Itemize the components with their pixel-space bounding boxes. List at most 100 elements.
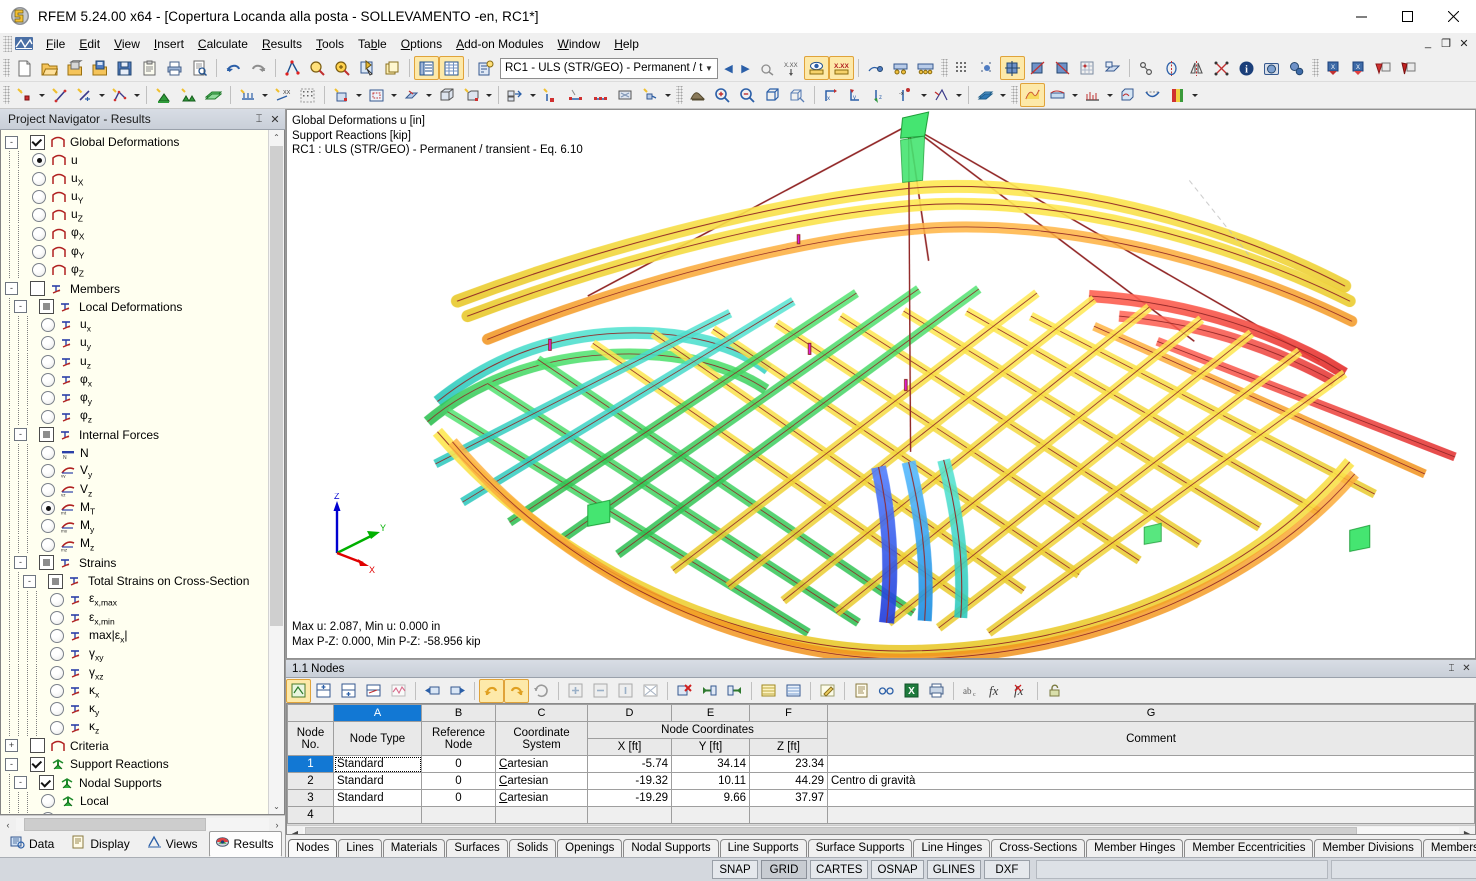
result-values-icon[interactable]: X.XX bbox=[779, 56, 804, 80]
cell-comment[interactable] bbox=[828, 807, 1475, 824]
cell-y[interactable]: 34.14 bbox=[672, 756, 750, 773]
model-viewport[interactable]: Global Deformations u [in] Support React… bbox=[286, 109, 1476, 659]
table-tab-line-hinges[interactable]: Line Hinges bbox=[913, 839, 990, 857]
tree-radio-luy[interactable] bbox=[41, 336, 55, 350]
tree-radio-Vz[interactable] bbox=[41, 483, 55, 497]
tree-radio-kx[interactable] bbox=[50, 684, 64, 698]
mdi-minimize-button[interactable]: _ bbox=[1420, 35, 1436, 51]
tree-radio-phiy[interactable] bbox=[32, 245, 46, 259]
tree-radio-gxy[interactable] bbox=[50, 647, 64, 661]
redo-table-icon[interactable] bbox=[504, 679, 529, 703]
hscroll-track[interactable] bbox=[16, 818, 269, 831]
close-icon[interactable]: ✕ bbox=[267, 111, 283, 127]
table-tab-members[interactable]: Members bbox=[1423, 839, 1476, 857]
tree-item-lphix[interactable]: φx bbox=[1, 371, 284, 389]
navigator-horizontal-scrollbar[interactable]: ‹ › bbox=[0, 815, 285, 833]
tree-expander-global-deformations[interactable]: - bbox=[5, 136, 18, 149]
refresh-table-icon[interactable] bbox=[529, 679, 554, 703]
table-report-icon[interactable] bbox=[849, 679, 874, 703]
tree-item-gxy[interactable]: γxy bbox=[1, 645, 284, 663]
new-solid-dropdown[interactable] bbox=[354, 84, 364, 106]
intersect-icon[interactable] bbox=[1209, 56, 1234, 80]
settings-gears-icon[interactable] bbox=[1284, 56, 1309, 80]
menu-addon-modules[interactable]: Add-on Modules bbox=[449, 34, 550, 55]
tree-radio-ex-min[interactable] bbox=[50, 611, 64, 625]
tree-expander-local-deformations[interactable]: - bbox=[14, 300, 27, 313]
append-row-icon[interactable] bbox=[336, 679, 361, 703]
cell-reference-node[interactable]: 0 bbox=[422, 756, 496, 773]
new-node-icon[interactable] bbox=[12, 83, 37, 107]
column-letter-header[interactable]: E bbox=[672, 705, 750, 722]
cell-z[interactable]: 37.97 bbox=[750, 790, 828, 807]
tree-item-internal-forces[interactable]: -Internal Forces bbox=[1, 426, 284, 444]
tree-radio-luz[interactable] bbox=[41, 355, 55, 369]
tree-radio-lux[interactable] bbox=[41, 318, 55, 332]
result-line-icon[interactable] bbox=[1080, 83, 1105, 107]
reference-label-icon[interactable]: abc bbox=[958, 679, 983, 703]
new-contact-icon[interactable] bbox=[399, 83, 424, 107]
table-format-yellow-icon[interactable] bbox=[756, 679, 781, 703]
toolbar-grip-2[interactable] bbox=[941, 59, 948, 77]
tree-item-kx[interactable]: κx bbox=[1, 682, 284, 700]
tree-item-global-deformations[interactable]: -Global Deformations bbox=[1, 133, 284, 151]
extrude-icon[interactable] bbox=[503, 83, 528, 107]
perspective-icon[interactable] bbox=[929, 83, 954, 107]
cell-z[interactable]: 23.34 bbox=[750, 756, 828, 773]
redo-icon[interactable] bbox=[246, 56, 271, 80]
save-icon[interactable] bbox=[112, 56, 137, 80]
camera-icon[interactable] bbox=[1259, 56, 1284, 80]
menu-results[interactable]: Results bbox=[255, 34, 309, 55]
tree-radio-kz[interactable] bbox=[50, 721, 64, 735]
menu-file[interactable]: File bbox=[39, 34, 72, 55]
load-case-combo[interactable]: RC1 - ULS (STR/GEO) - Permanent / tran ▼ bbox=[500, 58, 718, 79]
tree-checkbox-internal-forces[interactable] bbox=[39, 427, 54, 442]
status-button-cartes[interactable]: CARTES bbox=[810, 860, 868, 879]
navigator-tab-display[interactable]: Display bbox=[65, 831, 137, 857]
tree-radio-Mz[interactable] bbox=[41, 538, 55, 552]
menu-calculate[interactable]: Calculate bbox=[191, 34, 255, 55]
cell-x[interactable]: -5.74 bbox=[588, 756, 672, 773]
tree-checkbox-strains[interactable] bbox=[39, 555, 54, 570]
cell-comment[interactable]: Centro di gravità bbox=[828, 773, 1475, 790]
tree-item-phiy[interactable]: φY bbox=[1, 243, 284, 261]
menu-insert[interactable]: Insert bbox=[147, 34, 191, 55]
tree-checkbox-local-deformations[interactable] bbox=[39, 299, 54, 314]
new-block-icon[interactable] bbox=[434, 83, 459, 107]
new-opening-dropdown[interactable] bbox=[389, 84, 399, 106]
table-format-blue-icon[interactable] bbox=[781, 679, 806, 703]
tree-radio-ux[interactable] bbox=[32, 172, 46, 186]
tree-radio-lphix[interactable] bbox=[41, 373, 55, 387]
work-plane-icon[interactable] bbox=[1100, 56, 1125, 80]
table-print-icon[interactable] bbox=[924, 679, 949, 703]
table-tab-solids[interactable]: Solids bbox=[509, 839, 556, 857]
new-member-icon[interactable] bbox=[72, 83, 97, 107]
row-header-number[interactable]: 3 bbox=[288, 790, 334, 807]
new-grid-icon[interactable] bbox=[295, 83, 320, 107]
tree-item-kz[interactable]: κz bbox=[1, 719, 284, 737]
view-in-x-icon[interactable]: x bbox=[819, 83, 844, 107]
table-tab-member-eccentricities[interactable]: Member Eccentricities bbox=[1184, 839, 1313, 857]
tree-item-global[interactable]: Global bbox=[1, 810, 284, 815]
info-icon[interactable]: i bbox=[1234, 56, 1259, 80]
zoom-out-icon[interactable] bbox=[735, 83, 760, 107]
shade-model-icon[interactable] bbox=[973, 83, 998, 107]
toolbar-grip-3[interactable] bbox=[1312, 59, 1319, 77]
close-button[interactable] bbox=[1430, 0, 1476, 32]
table-tab-lines[interactable]: Lines bbox=[338, 839, 382, 857]
tree-item-lux[interactable]: ux bbox=[1, 316, 284, 334]
row-header-number[interactable]: 4 bbox=[288, 807, 334, 824]
tree-item-N[interactable]: NN bbox=[1, 444, 284, 462]
export-excel-icon[interactable]: X bbox=[899, 679, 924, 703]
new-member-dropdown[interactable] bbox=[97, 84, 107, 106]
clear-table-grey-icon[interactable] bbox=[638, 679, 663, 703]
tree-expander-members[interactable]: - bbox=[5, 282, 18, 295]
move-right-icon[interactable] bbox=[445, 679, 470, 703]
mdi-restore-button[interactable]: ❐ bbox=[1438, 35, 1454, 51]
cell-coordinate-system[interactable]: Cartesian bbox=[496, 790, 588, 807]
clipboard-icon[interactable] bbox=[137, 56, 162, 80]
menu-grip-handle[interactable] bbox=[3, 36, 12, 52]
grid-snap-icon[interactable] bbox=[1075, 56, 1100, 80]
new-line-support-icon[interactable] bbox=[176, 83, 201, 107]
result-member-icon[interactable] bbox=[1045, 83, 1070, 107]
column-letter-header[interactable] bbox=[288, 705, 334, 722]
